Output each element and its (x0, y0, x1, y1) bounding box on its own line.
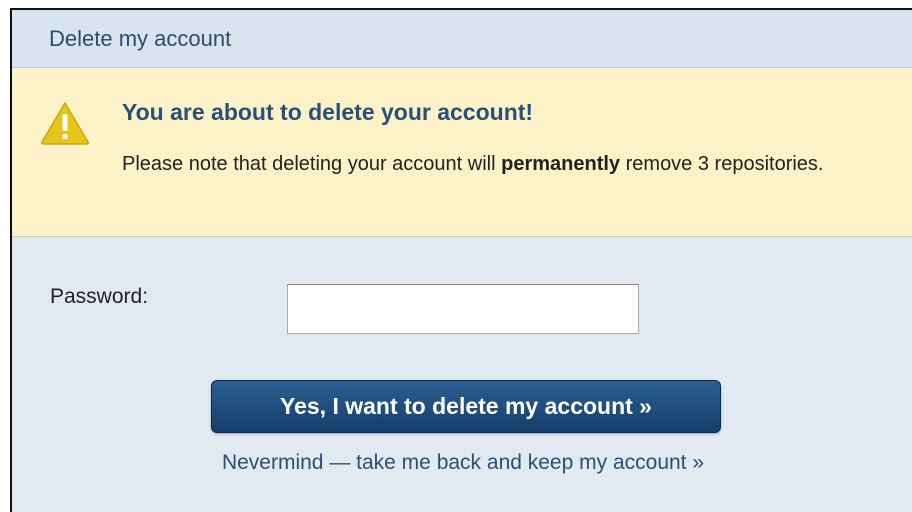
delete-account-dialog: Delete my account You are about to delet… (10, 8, 912, 512)
dialog-title: Delete my account (49, 25, 232, 51)
warning-message-emphasis: permanently (501, 153, 621, 175)
password-label: Password: (50, 285, 149, 308)
warning-message-suffix: remove 3 repositories. (620, 153, 824, 175)
cancel-keep-account-link[interactable]: Nevermind — take me back and keep my acc… (12, 451, 912, 475)
warning-title: You are about to delete your account! (122, 99, 534, 125)
password-input[interactable] (287, 284, 639, 334)
warning-message: Please note that deleting your account w… (122, 145, 882, 183)
confirm-delete-button[interactable]: Yes, I want to delete my account » (211, 380, 721, 433)
warning-notice: You are about to delete your account! Pl… (12, 68, 912, 237)
dialog-header: Delete my account (12, 10, 912, 68)
warning-message-prefix: Please note that deleting your account w… (122, 153, 502, 175)
warning-triangle-icon (41, 102, 89, 145)
